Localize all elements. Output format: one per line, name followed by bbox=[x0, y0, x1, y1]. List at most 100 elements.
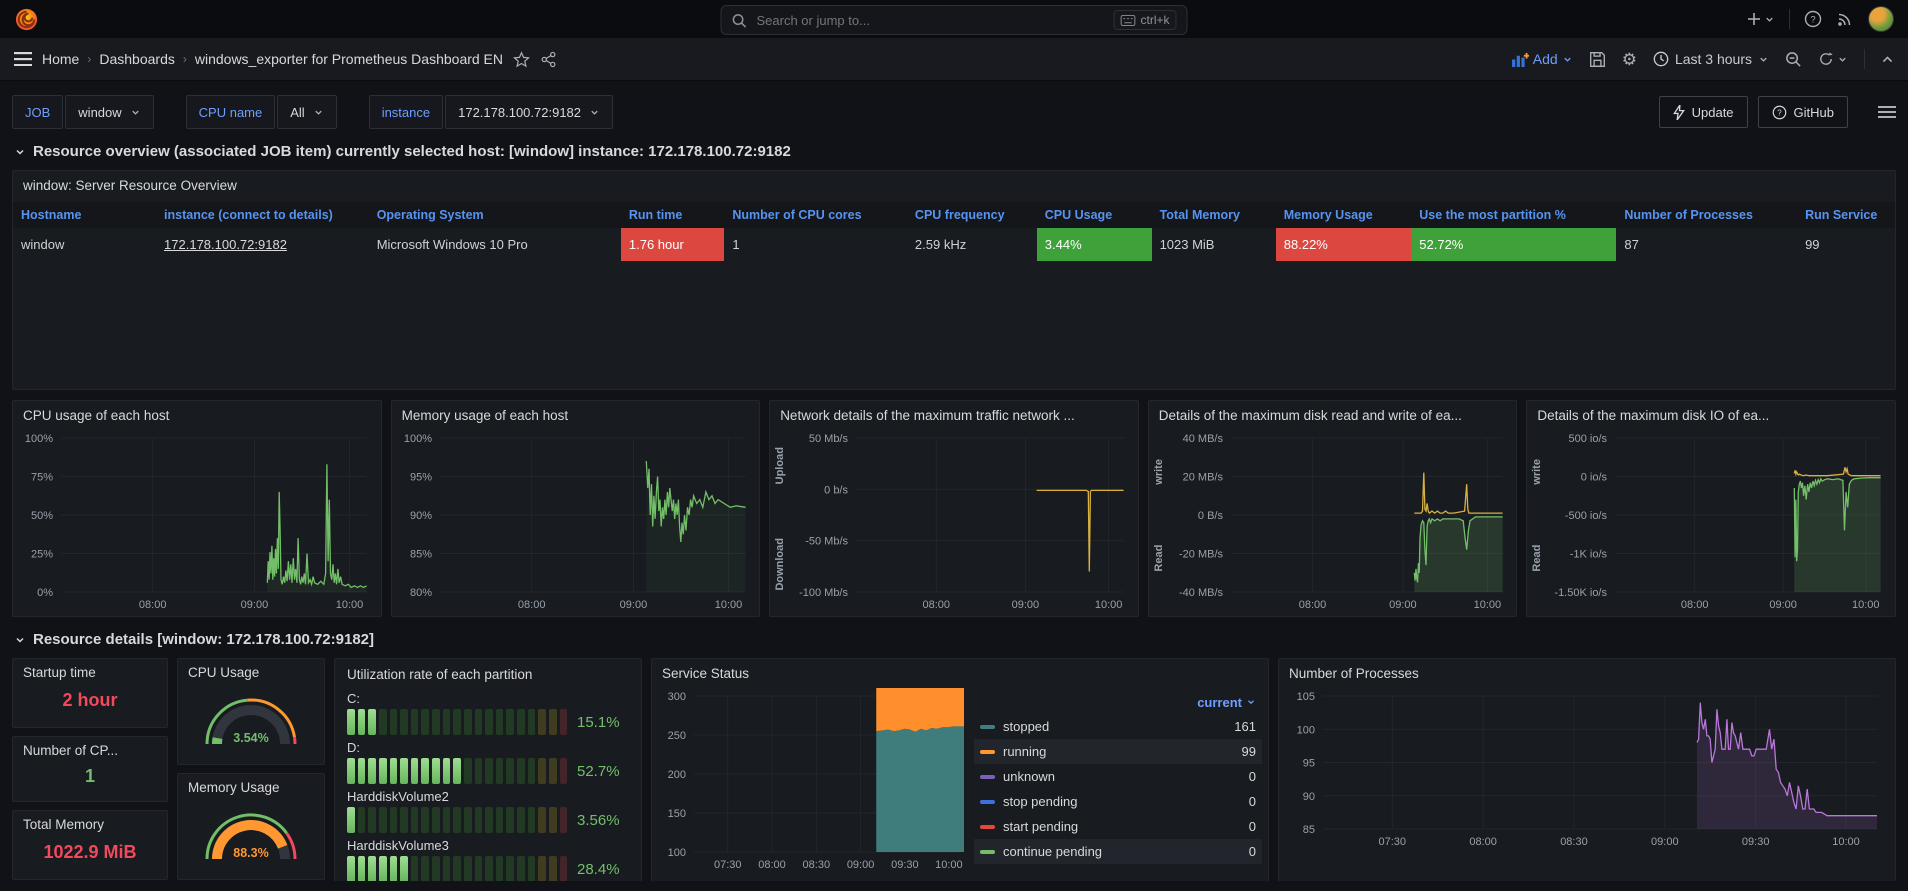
col-cpu-cores[interactable]: Number of CPU cores bbox=[724, 202, 907, 228]
network-traffic-chart[interactable]: 50 Mb/s 0 b/s -50 Mb/s -100 Mb/s 08:00 09:00 1… bbox=[772, 430, 1134, 614]
grafana-dashboard: ctrl+k ? Home › Dashboards › bbox=[0, 0, 1908, 891]
job-select[interactable]: window bbox=[65, 95, 154, 129]
instance-label: instance bbox=[368, 95, 444, 129]
panel-title[interactable]: Memory Usage bbox=[188, 780, 314, 795]
panel-title[interactable]: Number of CP... bbox=[23, 743, 157, 758]
bar-gauge bbox=[347, 807, 568, 833]
chevron-down-icon bbox=[1839, 57, 1846, 62]
legend-row[interactable]: running 99 bbox=[974, 739, 1262, 764]
table-row: window 172.178.100.72:9182 Microsoft Win… bbox=[13, 228, 1895, 261]
zoom-out-icon[interactable] bbox=[1785, 51, 1802, 68]
kiosk-toggle-icon[interactable] bbox=[1881, 53, 1894, 66]
memory-gauge-value: 88.3% bbox=[233, 846, 268, 860]
breadcrumb-separator: › bbox=[87, 52, 92, 66]
github-button[interactable]: ? GitHub bbox=[1757, 96, 1848, 128]
panel-title[interactable]: Service Status bbox=[652, 659, 1268, 688]
svg-text:08:00: 08:00 bbox=[1681, 599, 1709, 611]
col-os[interactable]: Operating System bbox=[368, 202, 621, 228]
col-cpu-usage[interactable]: CPU Usage bbox=[1036, 202, 1152, 228]
global-search[interactable]: ctrl+k bbox=[720, 5, 1188, 35]
legend-row[interactable]: continue pending 0 bbox=[974, 839, 1262, 864]
col-total-memory[interactable]: Total Memory bbox=[1151, 202, 1276, 228]
news-icon[interactable] bbox=[1836, 10, 1854, 28]
disk-io-chart[interactable]: 500 io/s 0 io/s -500 io/s -1K io/s -1.50K io… bbox=[1529, 430, 1891, 614]
star-icon[interactable] bbox=[513, 50, 531, 68]
svg-text:500 io/s: 500 io/s bbox=[1569, 433, 1608, 445]
refresh-button[interactable] bbox=[1818, 51, 1848, 67]
chevron-down-icon bbox=[1248, 700, 1254, 705]
new-button[interactable] bbox=[1747, 12, 1775, 26]
panel-title[interactable]: Details of the maximum disk IO of ea... bbox=[1527, 401, 1895, 430]
graph-add-icon bbox=[1511, 52, 1529, 67]
breadcrumb-home[interactable]: Home bbox=[42, 51, 79, 67]
legend-row[interactable]: stop pending 0 bbox=[974, 789, 1262, 814]
instance-select[interactable]: 172.178.100.72:9182 bbox=[445, 95, 614, 129]
cell-hostname: window bbox=[21, 237, 65, 252]
update-button[interactable]: Update bbox=[1658, 96, 1748, 128]
partition-utilization-panel: Utilization rate of each partition C: 15… bbox=[334, 658, 642, 881]
svg-text:90: 90 bbox=[1303, 791, 1315, 803]
panel-title[interactable]: Number of Processes bbox=[1279, 659, 1895, 688]
cpu-usage-chart[interactable]: 0% 25% 50% 75% 100% 08:00 09:00 10:00 bbox=[15, 430, 377, 614]
grafana-logo-icon[interactable] bbox=[14, 7, 39, 32]
section-resource-details[interactable]: Resource details [window: 172.178.100.72… bbox=[14, 631, 1908, 648]
bar-gauge bbox=[347, 758, 568, 784]
panel-title[interactable]: CPU Usage bbox=[188, 665, 314, 680]
legend-row[interactable]: start pending 0 bbox=[974, 814, 1262, 839]
panel-title[interactable]: CPU usage of each host bbox=[13, 401, 381, 430]
breadcrumb-separator: › bbox=[182, 52, 187, 66]
svg-text:write: write bbox=[1153, 459, 1165, 486]
section-resource-overview[interactable]: Resource overview (associated JOB item) … bbox=[14, 143, 1908, 160]
partition-name: D: bbox=[347, 740, 360, 755]
panel-title[interactable]: Network details of the maximum traffic n… bbox=[770, 401, 1138, 430]
panel-title[interactable]: window: Server Resource Overview bbox=[13, 171, 1895, 200]
col-processes[interactable]: Number of Processes bbox=[1616, 202, 1798, 228]
col-memory-usage[interactable]: Memory Usage bbox=[1275, 202, 1412, 228]
panel-title[interactable]: Details of the maximum disk read and wri… bbox=[1149, 401, 1517, 430]
settings-gear-icon[interactable]: ⚙ bbox=[1622, 51, 1637, 68]
mega-menu-icon[interactable] bbox=[14, 52, 32, 66]
svg-text:50%: 50% bbox=[31, 510, 53, 522]
search-input[interactable] bbox=[754, 11, 1106, 29]
disk-read-write-chart[interactable]: 40 MB/s 20 MB/s 0 B/s -20 MB/s -40 MB/s 08:00… bbox=[1151, 430, 1513, 614]
partition-value: 3.56% bbox=[577, 811, 620, 829]
panel-title[interactable]: Utilization rate of each partition bbox=[347, 665, 629, 686]
cell-memory-usage: 88.22% bbox=[1275, 228, 1412, 261]
legend-row[interactable]: unknown 0 bbox=[974, 764, 1262, 789]
panel-menu-icon[interactable] bbox=[1878, 106, 1896, 118]
cpu-name-select[interactable]: All bbox=[277, 95, 337, 129]
legend-sort-header[interactable]: current bbox=[974, 690, 1262, 714]
help-icon[interactable]: ? bbox=[1804, 10, 1822, 28]
chevron-down-icon bbox=[1766, 17, 1773, 22]
save-icon[interactable] bbox=[1589, 51, 1606, 68]
svg-text:-100 Mb/s: -100 Mb/s bbox=[799, 587, 848, 599]
share-icon[interactable] bbox=[540, 51, 557, 68]
svg-text:Download: Download bbox=[774, 538, 786, 591]
panel-title[interactable]: Startup time bbox=[23, 665, 157, 680]
svg-text:100: 100 bbox=[668, 847, 686, 859]
cell-total-memory: 1023 MiB bbox=[1159, 237, 1215, 252]
col-hostname[interactable]: Hostname bbox=[13, 202, 157, 228]
memory-usage-chart[interactable]: 80% 85% 90% 95% 100% 08:00 09:00 10:00 bbox=[394, 430, 756, 614]
user-avatar[interactable] bbox=[1868, 6, 1894, 32]
instance-link[interactable]: 172.178.100.72:9182 bbox=[164, 237, 287, 252]
col-instance[interactable]: instance (connect to details) bbox=[156, 202, 369, 228]
time-range-picker[interactable]: Last 3 hours bbox=[1653, 51, 1769, 67]
breadcrumb-dashboards[interactable]: Dashboards bbox=[99, 51, 175, 67]
cpu-gauge-value: 3.54% bbox=[233, 731, 268, 745]
panel-title[interactable]: Memory usage of each host bbox=[392, 401, 760, 430]
col-partition[interactable]: Use the most partition % bbox=[1411, 202, 1617, 228]
add-panel-button[interactable]: Add bbox=[1511, 51, 1573, 67]
col-run-service[interactable]: Run Service bbox=[1797, 202, 1895, 228]
svg-text:95: 95 bbox=[1303, 758, 1315, 770]
panel-title[interactable]: Total Memory bbox=[23, 817, 157, 832]
col-cpu-frequency[interactable]: CPU frequency bbox=[906, 202, 1037, 228]
col-runtime[interactable]: Run time bbox=[620, 202, 725, 228]
network-traffic-panel: Network details of the maximum traffic n… bbox=[769, 400, 1139, 617]
total-memory-panel: Total Memory 1022.9 MiB bbox=[12, 810, 168, 880]
process-count-chart[interactable]: 85 90 95 100 105 07:30 08:00 08:30 09:00 09:30 10:… bbox=[1283, 688, 1887, 851]
service-status-chart[interactable]: 100 150 200 250 300 07:30 08:00 08:30 09:00 09:30… bbox=[654, 688, 974, 874]
svg-text:09:00: 09:00 bbox=[619, 599, 647, 611]
details-row: Startup time 2 hour Number of CP... 1 To… bbox=[12, 658, 1896, 881]
legend-row[interactable]: stopped 161 bbox=[974, 714, 1262, 739]
